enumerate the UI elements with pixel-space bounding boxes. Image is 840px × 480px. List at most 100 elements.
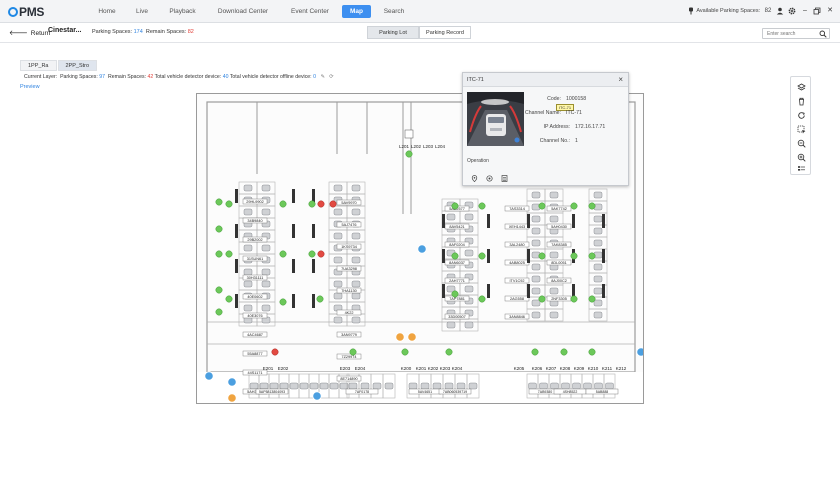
popup-title: ITC-71 xyxy=(463,73,628,87)
zone-label: E201 xyxy=(263,366,274,371)
nav-download-center[interactable]: Download Center xyxy=(214,5,272,18)
zone-label: E202 xyxy=(278,366,289,371)
edit-icon[interactable]: ✎ xyxy=(320,74,324,80)
car-icon xyxy=(261,268,271,276)
clear-icon[interactable] xyxy=(797,97,806,106)
stall-number-mark xyxy=(602,249,605,263)
vacant-space-indicator xyxy=(538,295,546,303)
close-icon[interactable]: ✕ xyxy=(826,7,834,15)
floor-tab-1pp[interactable]: 1PP_Ra xyxy=(20,60,57,71)
stall-number-mark xyxy=(487,249,490,263)
minimize-icon[interactable]: – xyxy=(801,7,809,15)
zone-label: K200 xyxy=(401,366,412,371)
select-area-icon[interactable] xyxy=(797,125,806,134)
car-icon xyxy=(360,382,370,390)
zone-label: K201 xyxy=(416,366,427,371)
vacant-space-indicator xyxy=(215,308,223,316)
vacant-space-indicator xyxy=(451,252,459,260)
nav-event-center[interactable]: Event Center xyxy=(286,5,334,18)
plate-label: 8DL0051 xyxy=(551,261,566,265)
car-icon xyxy=(593,287,603,295)
map-legend-icon[interactable] xyxy=(797,165,806,174)
car-icon xyxy=(333,280,343,288)
refresh-icon[interactable]: ⟳ xyxy=(329,74,333,80)
layer-remain-spaces-value: 42 xyxy=(147,74,154,80)
stall-number-mark xyxy=(602,284,605,298)
stall-number-mark xyxy=(527,249,530,263)
zone-label: L203 xyxy=(423,144,434,149)
stall-number-mark xyxy=(487,284,490,298)
channel-no-value: 1 xyxy=(575,138,578,144)
nav-playback[interactable]: Playback xyxy=(165,5,200,18)
accessible-parking-icon xyxy=(404,129,414,139)
vacant-space-indicator xyxy=(215,286,223,294)
zone-label: E204 xyxy=(355,366,366,371)
layers-icon[interactable] xyxy=(797,83,806,92)
car-icon xyxy=(464,213,474,221)
plate-label: 3AN8846 xyxy=(509,315,525,319)
car-icon xyxy=(309,382,319,390)
car-icon xyxy=(550,382,559,390)
car-icon xyxy=(299,382,309,390)
car-icon xyxy=(531,215,541,223)
lot-remain-spaces-value: 82 xyxy=(187,29,194,35)
location-pin-icon[interactable] xyxy=(471,175,478,183)
plate-label: 3AL2480 xyxy=(509,243,524,247)
popup-close-icon[interactable]: × xyxy=(618,75,623,84)
preview-link[interactable]: Preview xyxy=(20,84,40,90)
stall-number-mark xyxy=(292,189,295,203)
restore-icon[interactable] xyxy=(813,7,821,15)
plate-label: 4AC4687 xyxy=(247,333,263,337)
zoom-out-icon[interactable] xyxy=(797,139,806,148)
camera-pin-icon xyxy=(227,377,237,387)
plate-label: 5AH0430 xyxy=(551,225,567,229)
zone-label: K211 xyxy=(602,366,613,371)
operation-icons xyxy=(471,175,516,183)
car-icon xyxy=(572,382,581,390)
vacant-space-indicator xyxy=(451,202,459,210)
search-icon[interactable] xyxy=(819,30,827,38)
car-icon xyxy=(593,227,603,235)
refresh-map-icon[interactable] xyxy=(797,111,806,120)
occupied-space-indicator xyxy=(329,200,337,208)
floor-tab-2pp[interactable]: 2PP_Stro xyxy=(57,60,98,71)
video-search-icon[interactable] xyxy=(486,175,493,182)
zone-label: L202 xyxy=(411,144,422,149)
tab-parking-lot[interactable]: Parking Lot xyxy=(367,26,419,39)
car-icon xyxy=(593,191,603,199)
nav-live[interactable]: Live xyxy=(130,5,154,18)
car-icon xyxy=(384,382,394,390)
vacant-space-indicator xyxy=(225,295,233,303)
plate-label: 7HA1130 xyxy=(341,289,357,293)
return-button[interactable]: 🡐 Return xyxy=(9,28,50,37)
vacant-space-indicator xyxy=(349,348,357,356)
car-icon xyxy=(243,244,253,252)
nav-search[interactable]: Search xyxy=(380,5,408,18)
plate-label: 34B9840 xyxy=(247,219,262,223)
app-logo[interactable]: PMS xyxy=(8,5,44,19)
zone-label: K203 xyxy=(440,366,451,371)
plate-label: 7AK8385 xyxy=(551,243,567,247)
plate-label: 7AB060539719 xyxy=(443,390,467,394)
zone-label: K212 xyxy=(616,366,627,371)
car-icon xyxy=(593,311,603,319)
camera-pin-icon xyxy=(312,391,322,401)
car-icon xyxy=(261,244,271,252)
plate-label: 30H31111 xyxy=(247,276,264,280)
nav-map[interactable]: Map xyxy=(342,5,371,18)
tab-parking-record[interactable]: Parking Record xyxy=(419,26,471,39)
car-icon xyxy=(432,382,442,390)
car-icon xyxy=(408,382,418,390)
search-input[interactable] xyxy=(763,29,817,38)
plate-label: 8AN6037 xyxy=(449,261,465,265)
gear-icon[interactable] xyxy=(788,7,796,15)
vacant-space-indicator xyxy=(308,200,316,208)
car-icon xyxy=(593,263,603,271)
nav-home[interactable]: Home xyxy=(93,5,121,18)
zoom-in-icon[interactable] xyxy=(797,153,806,162)
plate-label: 7AP7881 xyxy=(449,297,465,301)
vacant-space-indicator xyxy=(279,250,287,258)
calculator-icon[interactable] xyxy=(501,175,508,182)
user-icon[interactable] xyxy=(776,7,784,15)
top-right-status: Available Parking Spaces: 82 – ✕ xyxy=(684,5,834,18)
